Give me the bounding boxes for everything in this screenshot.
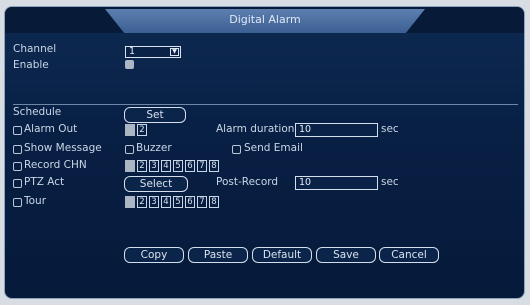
paste-button[interactable]: Paste — [188, 247, 248, 263]
show-message-label: Show Message — [24, 142, 102, 154]
save-button[interactable]: Save — [316, 247, 376, 263]
send-email-label: Send Email — [244, 142, 303, 154]
channel-select-value: 1 — [129, 46, 136, 57]
record-channel-1[interactable]: 1 — [125, 160, 135, 172]
record-channel-6[interactable]: 6 — [185, 160, 195, 172]
alarm-output-1[interactable]: 1 — [125, 124, 135, 136]
alarm-duration-unit: sec — [381, 123, 399, 135]
enable-checkbox[interactable] — [125, 60, 134, 69]
post-record-unit: sec — [381, 176, 399, 188]
tour-channel-2[interactable]: 2 — [137, 196, 147, 208]
record-channel-3[interactable]: 3 — [149, 160, 159, 172]
enable-label: Enable — [13, 59, 49, 71]
tour-checkbox[interactable] — [13, 198, 22, 207]
alarm-out-label: Alarm Out — [24, 123, 78, 135]
ptz-select-button[interactable]: Select — [124, 176, 188, 192]
record-channel-list: 1 2 3 4 5 6 7 8 — [125, 160, 219, 172]
alarm-output-2[interactable]: 2 — [137, 124, 147, 136]
send-email-checkbox[interactable] — [232, 145, 241, 154]
alarm-out-checkbox[interactable] — [13, 126, 22, 135]
tour-channel-5[interactable]: 5 — [173, 196, 183, 208]
copy-button[interactable]: Copy — [124, 247, 184, 263]
digital-alarm-window: Digital Alarm Channel 1 ▼ Enable Schedul… — [4, 6, 525, 299]
buzzer-label: Buzzer — [136, 142, 172, 154]
record-chn-label: Record CHN — [24, 159, 87, 171]
chevron-down-icon[interactable]: ▼ — [170, 48, 179, 56]
ptz-act-label: PTZ Act — [24, 176, 65, 188]
window-title: Digital Alarm — [229, 13, 301, 26]
channel-label: Channel — [13, 43, 57, 55]
tour-channel-1[interactable]: 1 — [125, 196, 135, 208]
record-channel-4[interactable]: 4 — [161, 160, 171, 172]
tour-channel-list: 1 2 3 4 5 6 7 8 — [125, 196, 219, 208]
show-message-checkbox[interactable] — [13, 145, 22, 154]
record-channel-8[interactable]: 8 — [209, 160, 219, 172]
alarm-duration-label: Alarm duration — [216, 123, 295, 135]
cancel-button[interactable]: Cancel — [379, 247, 439, 263]
alarm-out-outputs: 1 2 — [125, 124, 147, 136]
alarm-duration-input[interactable]: 10 — [295, 123, 378, 137]
record-channel-2[interactable]: 2 — [137, 160, 147, 172]
schedule-set-button[interactable]: Set — [124, 107, 186, 123]
tour-channel-3[interactable]: 3 — [149, 196, 159, 208]
record-channel-5[interactable]: 5 — [173, 160, 183, 172]
tour-label: Tour — [24, 195, 47, 207]
tour-channel-7[interactable]: 7 — [197, 196, 207, 208]
buzzer-checkbox[interactable] — [125, 145, 134, 154]
record-chn-checkbox[interactable] — [13, 162, 22, 171]
post-record-input[interactable]: 10 — [295, 176, 378, 190]
channel-select[interactable]: 1 ▼ — [125, 46, 181, 58]
schedule-label: Schedule — [13, 106, 62, 118]
ptz-act-checkbox[interactable] — [13, 179, 22, 188]
record-channel-7[interactable]: 7 — [197, 160, 207, 172]
tour-channel-8[interactable]: 8 — [209, 196, 219, 208]
post-record-label: Post-Record — [216, 176, 279, 188]
tour-channel-6[interactable]: 6 — [185, 196, 195, 208]
tour-channel-4[interactable]: 4 — [161, 196, 171, 208]
default-button[interactable]: Default — [252, 247, 312, 263]
section-divider — [13, 104, 518, 105]
